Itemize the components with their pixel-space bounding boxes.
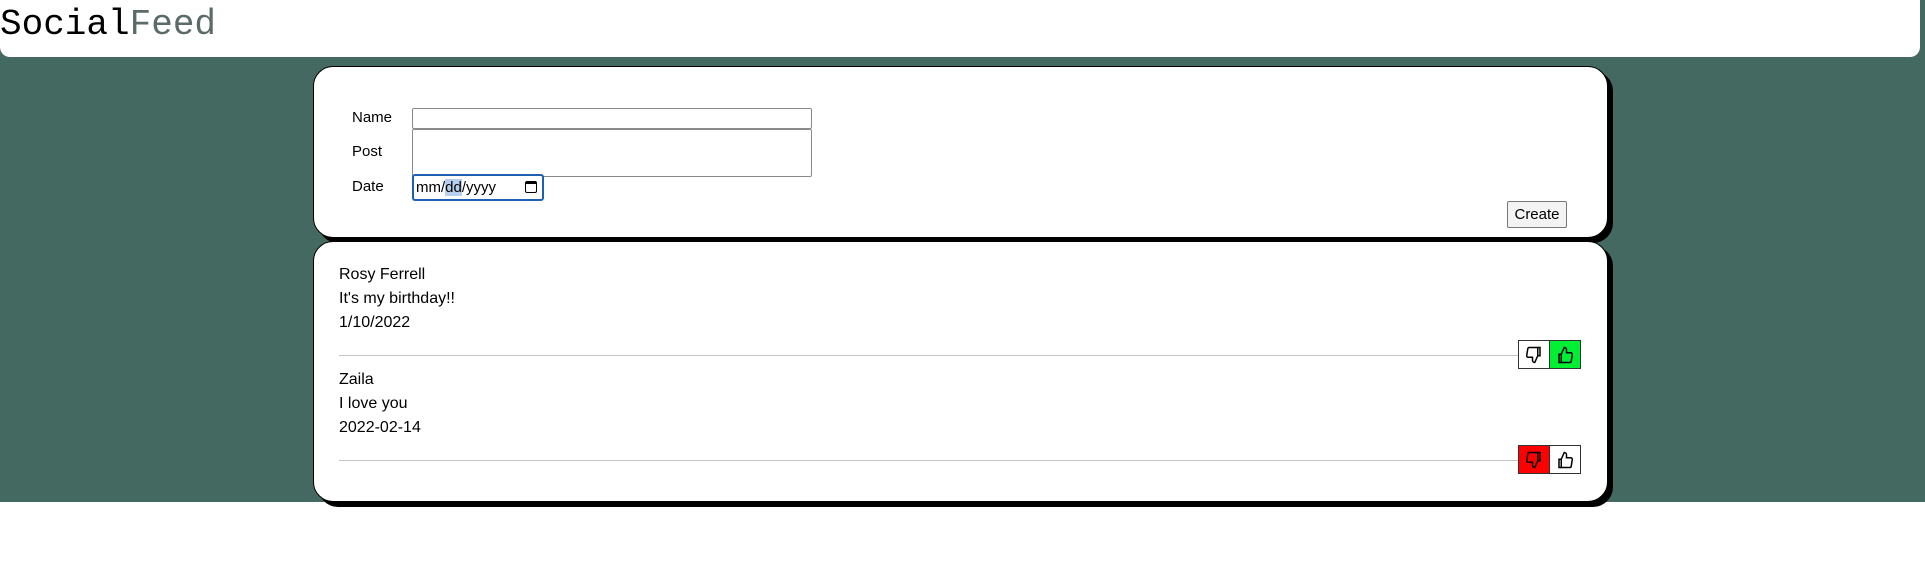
app-header: SocialFeed — [0, 0, 1920, 57]
create-post-form: Name Post Date mm/dd/yyyy Create — [313, 66, 1608, 238]
post-divider — [339, 355, 1529, 356]
app-logo: SocialFeed — [0, 2, 216, 48]
post-date: 2022-02-14 — [339, 419, 421, 436]
date-day-segment[interactable]: dd — [445, 179, 462, 196]
post-author: Rosy Ferrell — [339, 266, 426, 283]
date-input[interactable]: mm/dd/yyyy — [412, 174, 544, 201]
thumbs-up-icon — [1558, 451, 1574, 468]
name-label: Name — [352, 109, 393, 126]
post-textarea[interactable] — [412, 129, 812, 177]
like-button[interactable] — [1549, 445, 1581, 474]
name-input[interactable] — [412, 108, 812, 129]
post-author: Zaila — [339, 371, 374, 388]
post-feed: Rosy Ferrell It's my birthday!! 1/10/202… — [313, 241, 1608, 502]
calendar-icon[interactable] — [525, 181, 537, 193]
post-item: Zaila I love you 2022-02-14 — [339, 368, 421, 440]
date-label: Date — [352, 178, 384, 195]
thumbs-down-icon — [1525, 346, 1541, 363]
post-text: I love you — [339, 395, 408, 412]
post-item: Rosy Ferrell It's my birthday!! 1/10/202… — [339, 263, 455, 335]
post-text: It's my birthday!! — [339, 290, 455, 307]
post-divider — [339, 460, 1529, 461]
like-button[interactable] — [1549, 340, 1581, 369]
logo-social: Social — [0, 4, 130, 45]
dislike-button[interactable] — [1518, 340, 1550, 369]
post-label: Post — [352, 143, 383, 160]
thumbs-down-icon — [1525, 451, 1541, 468]
thumbs-up-icon — [1558, 346, 1574, 363]
date-year-segment[interactable]: yyyy — [466, 179, 496, 196]
post-date: 1/10/2022 — [339, 314, 411, 331]
create-button[interactable]: Create — [1507, 201, 1567, 228]
logo-feed: Feed — [129, 4, 217, 45]
dislike-button[interactable] — [1518, 445, 1550, 474]
date-month-segment[interactable]: mm — [416, 179, 441, 196]
